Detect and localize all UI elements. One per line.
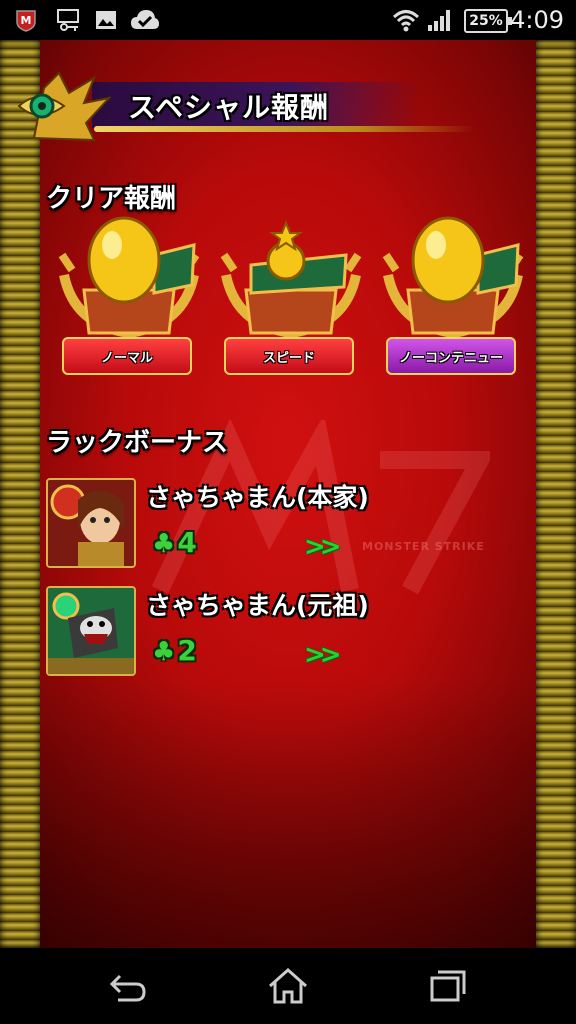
right-gold-rail	[536, 40, 576, 948]
luck-value: ♣4	[152, 526, 197, 559]
luck-value: ♣2	[152, 634, 197, 667]
usb-debug-icon	[57, 9, 79, 31]
image-icon	[96, 11, 116, 29]
special-reward-banner: スペシャル報酬	[14, 68, 484, 144]
game-screen: MONSTER STRIKE スペシャル報酬 クリア報酬 ノーマル スピード ノ…	[0, 40, 576, 948]
reward-speed[interactable]: スピード	[216, 215, 376, 390]
clover-icon: ♣	[152, 529, 176, 559]
reward-no-continue[interactable]: ノーコンテニュー	[378, 215, 538, 390]
monster-name: さゃちゃまん(本家)	[146, 483, 369, 512]
golden-egg-chest-icon	[58, 216, 200, 339]
bottom-shadow	[40, 680, 536, 948]
detail-arrow-button[interactable]: >>	[304, 532, 341, 562]
battery-icon: 25%	[464, 9, 512, 33]
coin-chest-icon	[220, 220, 362, 339]
reward-label-speed: スピード	[224, 337, 354, 375]
wifi-icon	[392, 10, 420, 32]
reward-label-no-continue: ノーコンテニュー	[386, 337, 516, 375]
monster-avatar	[46, 478, 136, 568]
dragon-emblem-icon	[17, 71, 112, 142]
back-icon[interactable]	[106, 966, 150, 1006]
home-icon[interactable]	[266, 966, 310, 1006]
page-title: スペシャル報酬	[128, 91, 330, 124]
navigation-bar	[0, 948, 576, 1024]
luck-bonus-title: ラックボーナス	[46, 428, 229, 458]
signal-icon	[428, 10, 450, 31]
golden-egg-chest-icon	[382, 216, 524, 339]
banner-gold-line	[94, 126, 474, 132]
svg-text:M: M	[21, 14, 32, 27]
reward-normal[interactable]: ノーマル	[54, 215, 214, 390]
left-gold-rail	[0, 40, 40, 948]
luck-bonus-row[interactable]: さゃちゃまん(元祖) ♣2 >>	[46, 586, 516, 678]
status-bar: M 25% 4:09	[0, 0, 576, 40]
cloud-check-icon	[131, 10, 159, 29]
recent-apps-icon[interactable]	[426, 966, 470, 1006]
detail-arrow-button[interactable]: >>	[304, 640, 341, 670]
clock: 4:09	[510, 6, 564, 34]
mcafee-icon: M	[16, 10, 36, 32]
monster-avatar	[46, 586, 136, 676]
clover-icon: ♣	[152, 637, 176, 667]
reward-label-normal: ノーマル	[62, 337, 192, 375]
luck-bonus-row[interactable]: さゃちゃまん(本家) ♣4 >>	[46, 478, 516, 570]
monster-name: さゃちゃまん(元祖)	[146, 591, 369, 620]
clear-reward-title: クリア報酬	[46, 184, 177, 214]
